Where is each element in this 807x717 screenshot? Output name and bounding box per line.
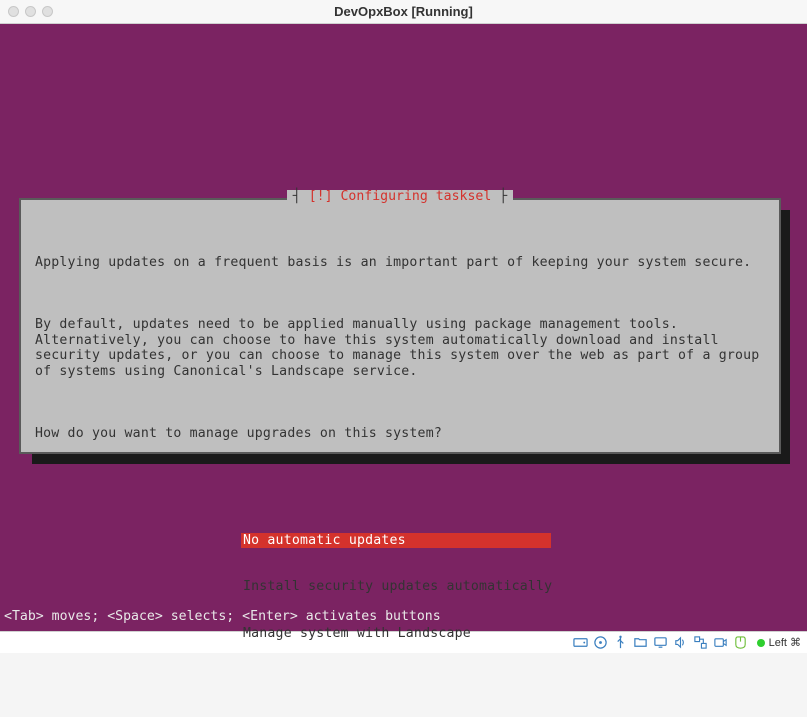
dialog-title-bracket-right: ├ <box>499 189 507 204</box>
menu-option-auto-security[interactable]: Install security updates automatically <box>241 579 554 595</box>
zoom-window-button[interactable] <box>42 6 53 17</box>
dialog-title-bracket-left: ┤ <box>293 189 301 204</box>
close-window-button[interactable] <box>8 6 19 17</box>
minimize-window-button[interactable] <box>25 6 36 17</box>
dialog-body: Applying updates on a frequent basis is … <box>21 200 779 717</box>
vm-screen: ┤ [!] Configuring tasksel ├ Applying upd… <box>0 24 807 631</box>
dialog-paragraph: How do you want to manage upgrades on th… <box>35 426 765 442</box>
window-controls <box>8 6 53 17</box>
help-bar: <Tab> moves; <Space> selects; <Enter> ac… <box>4 610 441 623</box>
dialog-paragraph: Applying updates on a frequent basis is … <box>35 255 765 271</box>
menu-option-landscape[interactable]: Manage system with Landscape <box>241 626 473 642</box>
tasksel-dialog: ┤ [!] Configuring tasksel ├ Applying upd… <box>19 198 781 454</box>
menu-options: No automatic updates Install security up… <box>35 502 765 673</box>
dialog-paragraph: By default, updates need to be applied m… <box>35 317 765 379</box>
dialog-title-container: ┤ [!] Configuring tasksel ├ <box>21 190 779 203</box>
window-title: DevOpxBox [Running] <box>334 4 473 19</box>
window-titlebar: DevOpxBox [Running] <box>0 0 807 24</box>
menu-option-no-updates[interactable]: No automatic updates <box>241 533 551 549</box>
dialog-title: [!] Configuring tasksel <box>301 189 500 204</box>
